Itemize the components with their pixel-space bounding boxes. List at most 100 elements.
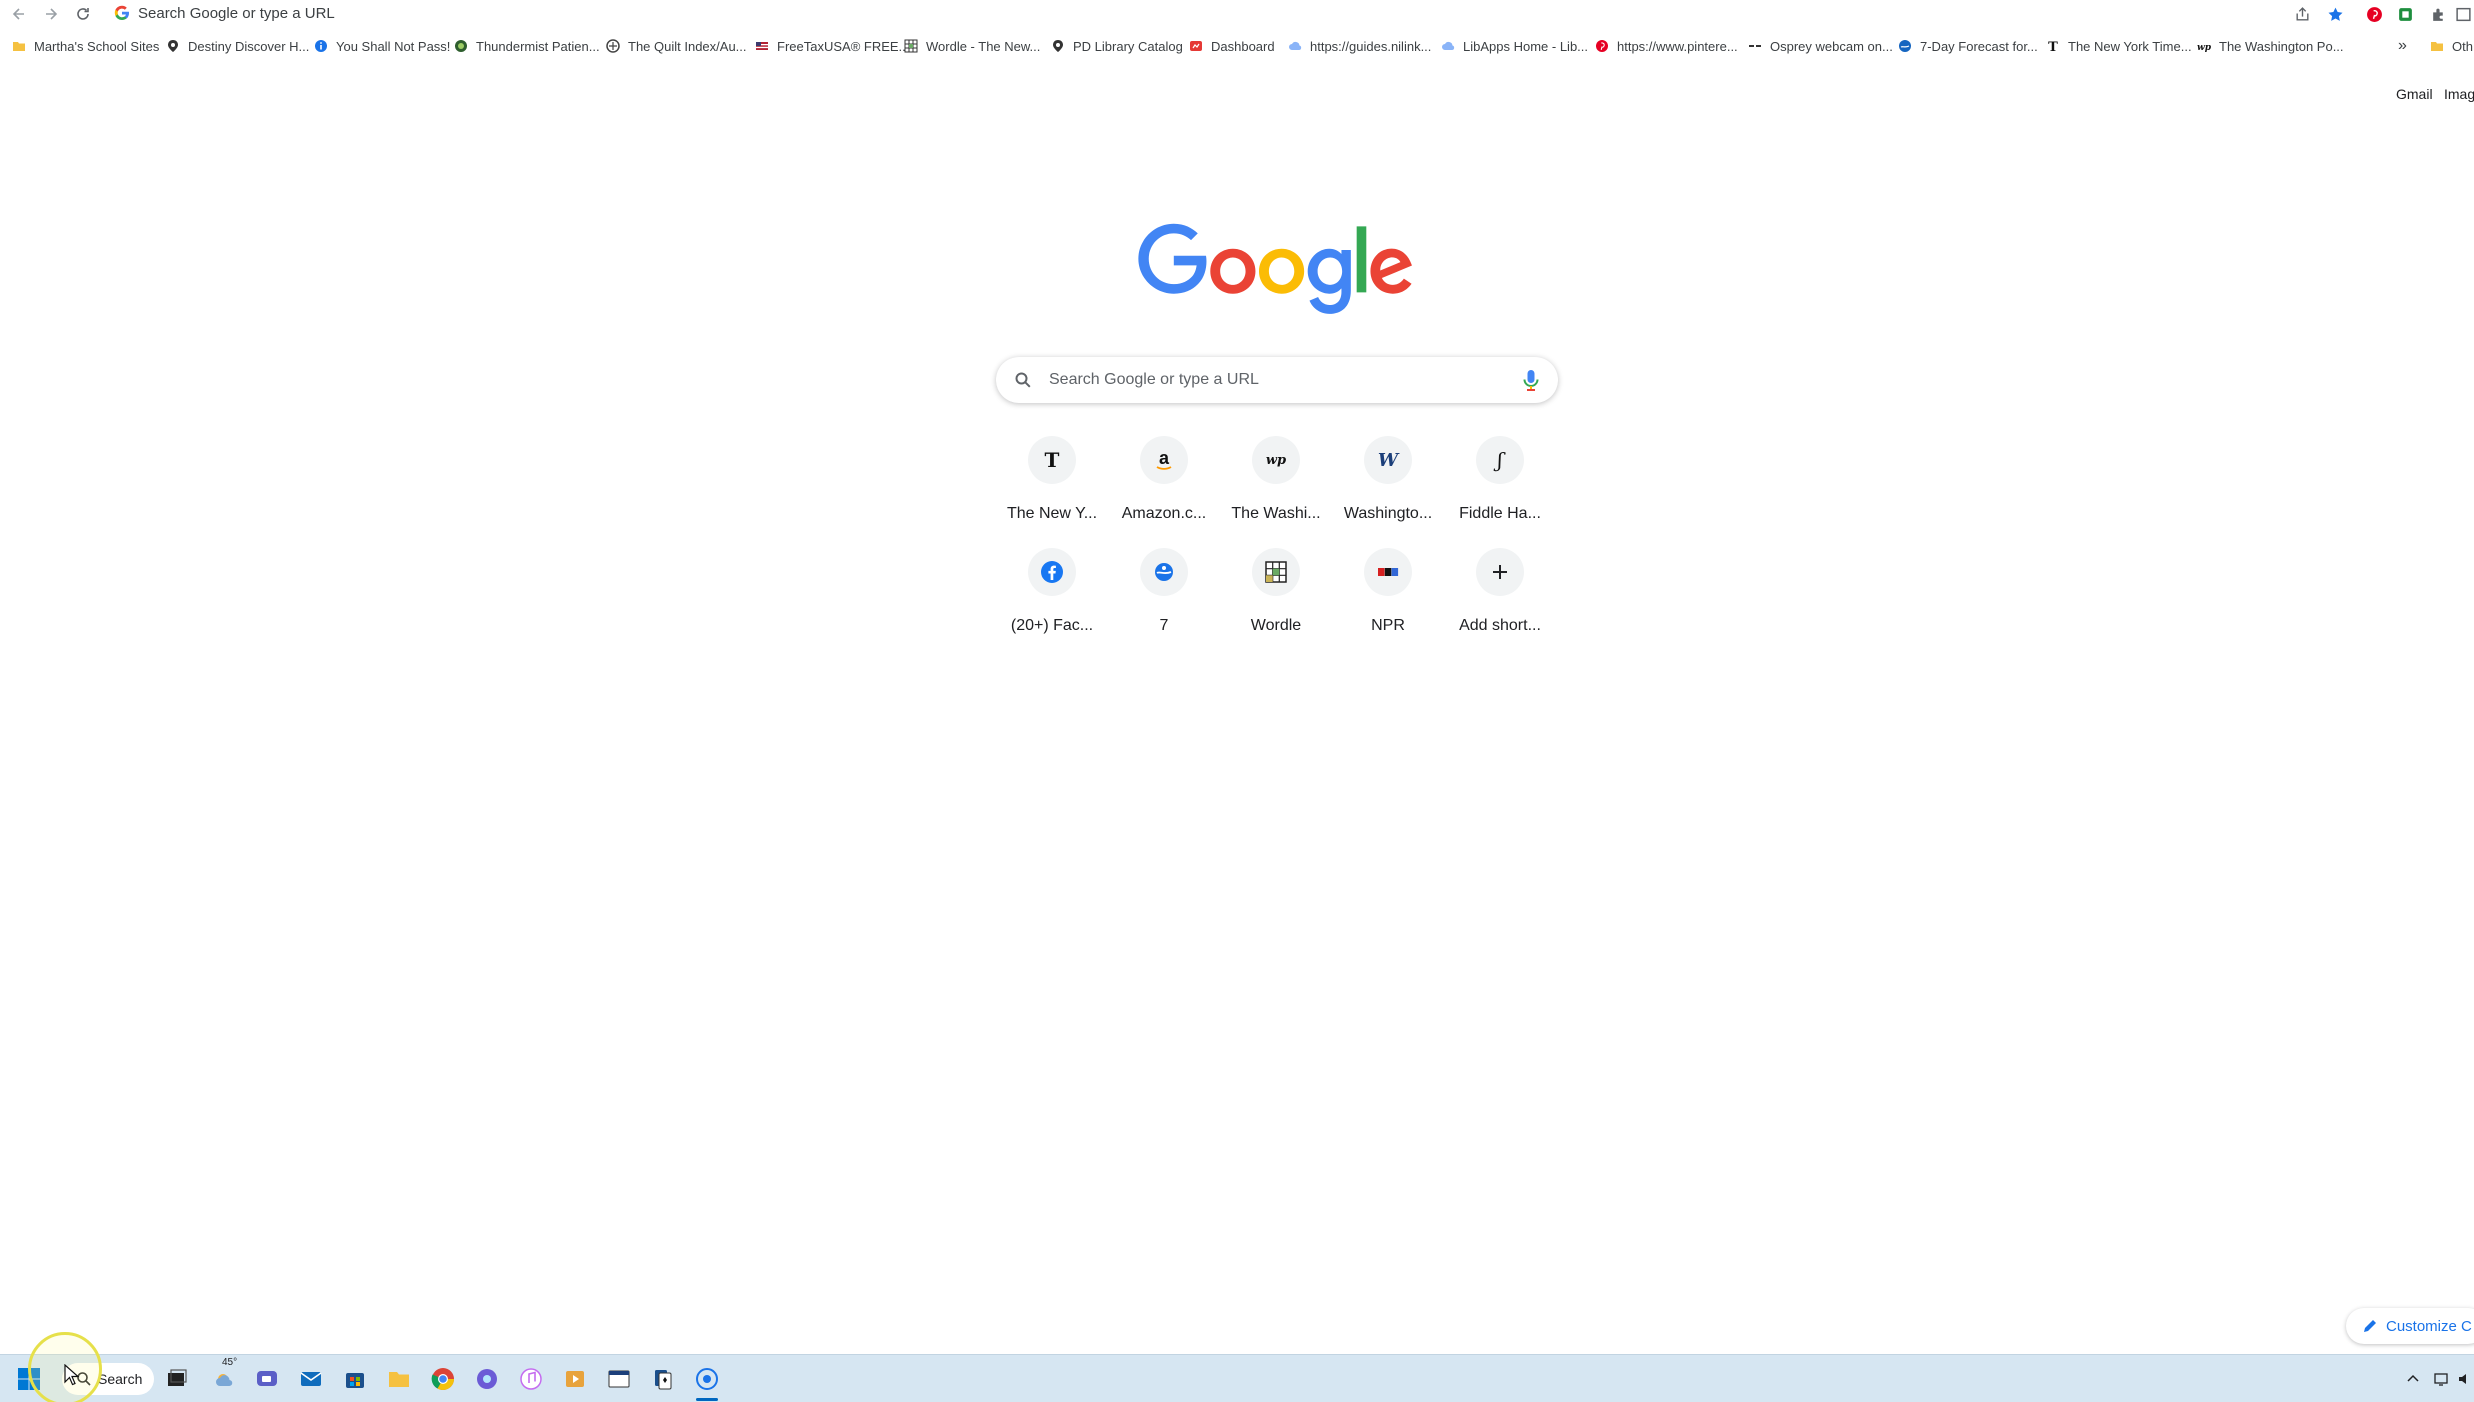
bookmarks-bar: Martha's School Sites Destiny Discover H… (0, 33, 2474, 59)
pinterest-icon (1595, 39, 1609, 53)
bookmark-label: FreeTaxUSA® FREE... (777, 38, 910, 54)
other-bookmarks-folder[interactable]: Oth (2430, 36, 2473, 56)
media-button[interactable] (560, 1364, 590, 1394)
bookmark-item[interactable]: Martha's School Sites (12, 36, 159, 56)
bookmarks-overflow-button[interactable]: » (2398, 36, 2407, 56)
widgets-button[interactable] (210, 1364, 240, 1394)
bookmark-item[interactable]: T The New York Time... (2046, 36, 2191, 56)
bookmark-item[interactable]: You Shall Not Pass! (314, 36, 450, 56)
fiddle-icon: ʃ (1476, 436, 1524, 484)
quilt-index-icon (606, 39, 620, 53)
copilot-icon (477, 1369, 497, 1389)
bookmark-item[interactable]: wp The Washington Po... (2197, 36, 2344, 56)
shortcut-tile[interactable]: T The New Y... (996, 436, 1108, 546)
shortcut-label: (20+) Fac... (1010, 617, 1094, 634)
itunes-button[interactable] (516, 1364, 546, 1394)
side-panel-icon (2455, 7, 2471, 21)
pinterest-extension[interactable] (2363, 3, 2385, 25)
side-panel-button[interactable] (2452, 3, 2474, 25)
svg-text:T: T (2048, 40, 2058, 53)
extension-green-icon (2398, 7, 2412, 21)
wapo-icon: wp (2197, 39, 2211, 53)
bookmark-label: https://guides.nilink... (1310, 38, 1432, 54)
mouse-pointer-icon (64, 1364, 80, 1386)
images-link[interactable]: Imag (2444, 86, 2474, 102)
bookmark-label: The Washington Po... (2219, 38, 2344, 54)
thundermist-icon (454, 39, 468, 53)
shortcut-label: 7 (1159, 617, 1169, 634)
bookmark-item[interactable]: LibApps Home - Lib... (1441, 36, 1588, 56)
bookmark-star-button[interactable] (2324, 3, 2346, 25)
cloud-icon (1441, 39, 1455, 53)
bookmark-label: Martha's School Sites (34, 38, 160, 54)
omnibox-input[interactable]: Search Google or type a URL (138, 5, 335, 22)
bookmark-item[interactable]: https://www.pintere... (1595, 36, 1738, 56)
forward-arrow-icon (46, 8, 58, 20)
shortcut-tile[interactable]: (20+) Fac... (996, 548, 1108, 658)
mail-button[interactable] (296, 1364, 326, 1394)
file-explorer-button[interactable] (384, 1364, 414, 1394)
chrome-taskbar-button[interactable] (428, 1364, 458, 1394)
svg-text:wp: wp (2197, 43, 2211, 53)
volume-button[interactable] (2454, 1368, 2474, 1390)
bookmark-label: 7-Day Forecast for... (1920, 38, 2038, 54)
app-button[interactable] (472, 1364, 502, 1394)
add-shortcut-tile[interactable]: Add short... (1444, 548, 1556, 658)
facebook-icon (1028, 548, 1076, 596)
chevron-up-icon (2407, 1374, 2419, 1382)
bookmark-item[interactable]: PD Library Catalog (1051, 36, 1183, 56)
microphone-icon[interactable] (1520, 368, 1542, 392)
nyt-icon: T (1028, 436, 1076, 484)
bookmark-item[interactable]: Wordle - The New... (904, 36, 1040, 56)
svg-text:wp: wp (1266, 453, 1286, 468)
svg-text:W: W (1378, 450, 1400, 471)
bookmark-item[interactable]: Thundermist Patien... (454, 36, 600, 56)
reload-icon (77, 8, 89, 20)
reload-button[interactable] (72, 3, 94, 25)
task-view-button[interactable] (162, 1364, 192, 1394)
customize-chrome-button[interactable]: Customize C (2346, 1308, 2474, 1344)
gmail-link[interactable]: Gmail (2396, 86, 2433, 102)
browser-toolbar: Search Google or type a URL (0, 0, 2474, 27)
app-button[interactable] (604, 1364, 634, 1394)
bookmark-item[interactable]: https://guides.nilink... (1288, 36, 1431, 56)
teams-chat-button[interactable] (252, 1364, 282, 1394)
shortcut-tile[interactable]: 7 (1108, 548, 1220, 658)
back-button[interactable] (8, 3, 30, 25)
bookmark-item[interactable]: Osprey webcam on... (1748, 36, 1893, 56)
show-hidden-icons-button[interactable] (2402, 1368, 2424, 1390)
folder-icon (12, 39, 26, 53)
bookmark-item[interactable]: Dashboard (1189, 36, 1275, 56)
noaa-icon (1898, 39, 1912, 53)
amazon-icon: a (1140, 436, 1188, 484)
green-extension[interactable] (2394, 3, 2416, 25)
bookmark-item[interactable]: The Quilt Index/Au... (606, 36, 747, 56)
ntp-search-box[interactable]: Search Google or type a URL (996, 357, 1558, 403)
shortcut-tile[interactable]: a Amazon.c... (1108, 436, 1220, 546)
solitaire-button[interactable] (648, 1364, 678, 1394)
network-button[interactable] (2430, 1368, 2452, 1390)
search-input[interactable]: Search Google or type a URL (1049, 371, 1259, 389)
info-icon (314, 39, 328, 53)
shortcut-tile[interactable]: ʃ Fiddle Ha... (1444, 436, 1556, 546)
share-button[interactable] (2291, 3, 2313, 25)
active-app-button[interactable] (692, 1364, 722, 1394)
chrome-active-icon (696, 1368, 718, 1390)
bookmark-label: Osprey webcam on... (1770, 38, 1893, 54)
bookmark-item[interactable]: FreeTaxUSA® FREE... (755, 36, 909, 56)
chat-icon (257, 1371, 277, 1386)
nyt-icon: T (2046, 39, 2060, 53)
shortcut-tile[interactable]: W Washingto... (1332, 436, 1444, 546)
shortcut-tile[interactable]: NPR (1332, 548, 1444, 658)
shortcut-tile[interactable]: Wordle (1220, 548, 1332, 658)
dashboard-icon (1189, 39, 1203, 53)
overflow-chevron: » (2398, 37, 2407, 54)
forward-button[interactable] (40, 3, 62, 25)
extensions-button[interactable] (2427, 3, 2449, 25)
bookmark-item[interactable]: 7-Day Forecast for... (1898, 36, 2038, 56)
bookmark-item[interactable]: Destiny Discover H... (166, 36, 309, 56)
weather-temperature: 45° (222, 1357, 238, 1368)
store-button[interactable] (340, 1364, 370, 1394)
cloud-icon (1288, 39, 1302, 53)
shortcut-tile[interactable]: wp The Washi... (1220, 436, 1332, 546)
